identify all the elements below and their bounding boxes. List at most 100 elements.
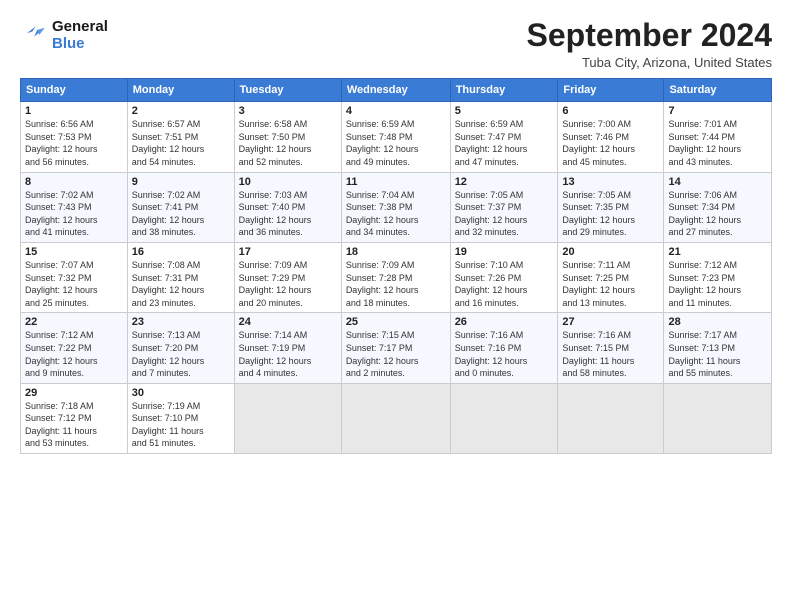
cell-week3-day0: 15 Sunrise: 7:07 AMSunset: 7:32 PMDaylig… [21, 242, 128, 312]
cell-week5-day6 [664, 383, 772, 453]
page: General Blue September 2024 Tuba City, A… [0, 0, 792, 612]
day-number: 18 [346, 246, 446, 258]
cell-week2-day4: 12 Sunrise: 7:05 AMSunset: 7:37 PMDaylig… [450, 172, 558, 242]
cell-week1-day2: 3 Sunrise: 6:58 AMSunset: 7:50 PMDayligh… [234, 102, 341, 172]
day-detail: Sunrise: 6:59 AMSunset: 7:47 PMDaylight:… [455, 118, 554, 168]
cell-week3-day5: 20 Sunrise: 7:11 AMSunset: 7:25 PMDaylig… [558, 242, 664, 312]
day-number: 25 [346, 316, 446, 328]
cell-week1-day6: 7 Sunrise: 7:01 AMSunset: 7:44 PMDayligh… [664, 102, 772, 172]
day-number: 2 [132, 105, 230, 117]
week-row-3: 15 Sunrise: 7:07 AMSunset: 7:32 PMDaylig… [21, 242, 772, 312]
day-detail: Sunrise: 7:02 AMSunset: 7:41 PMDaylight:… [132, 189, 230, 239]
day-number: 21 [668, 246, 767, 258]
cell-week5-day1: 30 Sunrise: 7:19 AMSunset: 7:10 PMDaylig… [127, 383, 234, 453]
cell-week1-day1: 2 Sunrise: 6:57 AMSunset: 7:51 PMDayligh… [127, 102, 234, 172]
day-detail: Sunrise: 6:57 AMSunset: 7:51 PMDaylight:… [132, 118, 230, 168]
day-detail: Sunrise: 7:12 AMSunset: 7:22 PMDaylight:… [25, 329, 123, 379]
day-detail: Sunrise: 7:17 AMSunset: 7:13 PMDaylight:… [668, 329, 767, 379]
logo-text: General Blue [52, 18, 108, 53]
day-detail: Sunrise: 7:00 AMSunset: 7:46 PMDaylight:… [562, 118, 659, 168]
calendar-header-row: Sunday Monday Tuesday Wednesday Thursday… [21, 79, 772, 102]
day-detail: Sunrise: 7:13 AMSunset: 7:20 PMDaylight:… [132, 329, 230, 379]
header-thursday: Thursday [450, 79, 558, 102]
cell-week4-day5: 27 Sunrise: 7:16 AMSunset: 7:15 PMDaylig… [558, 313, 664, 383]
cell-week4-day0: 22 Sunrise: 7:12 AMSunset: 7:22 PMDaylig… [21, 313, 128, 383]
day-detail: Sunrise: 7:15 AMSunset: 7:17 PMDaylight:… [346, 329, 446, 379]
location-subtitle: Tuba City, Arizona, United States [527, 55, 772, 70]
logo-icon [20, 21, 48, 49]
day-number: 14 [668, 176, 767, 188]
calendar-table: Sunday Monday Tuesday Wednesday Thursday… [20, 78, 772, 454]
day-detail: Sunrise: 7:14 AMSunset: 7:19 PMDaylight:… [239, 329, 337, 379]
week-row-2: 8 Sunrise: 7:02 AMSunset: 7:43 PMDayligh… [21, 172, 772, 242]
cell-week3-day3: 18 Sunrise: 7:09 AMSunset: 7:28 PMDaylig… [341, 242, 450, 312]
cell-week3-day1: 16 Sunrise: 7:08 AMSunset: 7:31 PMDaylig… [127, 242, 234, 312]
header-saturday: Saturday [664, 79, 772, 102]
cell-week2-day0: 8 Sunrise: 7:02 AMSunset: 7:43 PMDayligh… [21, 172, 128, 242]
day-detail: Sunrise: 7:05 AMSunset: 7:37 PMDaylight:… [455, 189, 554, 239]
day-detail: Sunrise: 7:08 AMSunset: 7:31 PMDaylight:… [132, 259, 230, 309]
day-detail: Sunrise: 7:16 AMSunset: 7:16 PMDaylight:… [455, 329, 554, 379]
day-detail: Sunrise: 7:04 AMSunset: 7:38 PMDaylight:… [346, 189, 446, 239]
cell-week2-day2: 10 Sunrise: 7:03 AMSunset: 7:40 PMDaylig… [234, 172, 341, 242]
header-friday: Friday [558, 79, 664, 102]
day-number: 4 [346, 105, 446, 117]
day-detail: Sunrise: 7:06 AMSunset: 7:34 PMDaylight:… [668, 189, 767, 239]
header-sunday: Sunday [21, 79, 128, 102]
day-detail: Sunrise: 7:11 AMSunset: 7:25 PMDaylight:… [562, 259, 659, 309]
cell-week1-day5: 6 Sunrise: 7:00 AMSunset: 7:46 PMDayligh… [558, 102, 664, 172]
week-row-4: 22 Sunrise: 7:12 AMSunset: 7:22 PMDaylig… [21, 313, 772, 383]
day-detail: Sunrise: 6:59 AMSunset: 7:48 PMDaylight:… [346, 118, 446, 168]
day-number: 26 [455, 316, 554, 328]
header-wednesday: Wednesday [341, 79, 450, 102]
day-number: 15 [25, 246, 123, 258]
month-title: September 2024 [527, 18, 772, 53]
cell-week2-day1: 9 Sunrise: 7:02 AMSunset: 7:41 PMDayligh… [127, 172, 234, 242]
week-row-1: 1 Sunrise: 6:56 AMSunset: 7:53 PMDayligh… [21, 102, 772, 172]
day-number: 13 [562, 176, 659, 188]
day-detail: Sunrise: 7:07 AMSunset: 7:32 PMDaylight:… [25, 259, 123, 309]
cell-week2-day6: 14 Sunrise: 7:06 AMSunset: 7:34 PMDaylig… [664, 172, 772, 242]
day-number: 28 [668, 316, 767, 328]
cell-week1-day0: 1 Sunrise: 6:56 AMSunset: 7:53 PMDayligh… [21, 102, 128, 172]
cell-week5-day3 [341, 383, 450, 453]
day-number: 24 [239, 316, 337, 328]
day-number: 16 [132, 246, 230, 258]
cell-week4-day6: 28 Sunrise: 7:17 AMSunset: 7:13 PMDaylig… [664, 313, 772, 383]
cell-week4-day3: 25 Sunrise: 7:15 AMSunset: 7:17 PMDaylig… [341, 313, 450, 383]
cell-week3-day4: 19 Sunrise: 7:10 AMSunset: 7:26 PMDaylig… [450, 242, 558, 312]
week-row-5: 29 Sunrise: 7:18 AMSunset: 7:12 PMDaylig… [21, 383, 772, 453]
day-number: 12 [455, 176, 554, 188]
day-detail: Sunrise: 7:09 AMSunset: 7:29 PMDaylight:… [239, 259, 337, 309]
day-number: 8 [25, 176, 123, 188]
day-number: 5 [455, 105, 554, 117]
day-detail: Sunrise: 7:03 AMSunset: 7:40 PMDaylight:… [239, 189, 337, 239]
day-detail: Sunrise: 7:05 AMSunset: 7:35 PMDaylight:… [562, 189, 659, 239]
cell-week2-day5: 13 Sunrise: 7:05 AMSunset: 7:35 PMDaylig… [558, 172, 664, 242]
day-number: 29 [25, 387, 123, 399]
day-detail: Sunrise: 7:12 AMSunset: 7:23 PMDaylight:… [668, 259, 767, 309]
logo: General Blue [20, 18, 108, 53]
day-number: 17 [239, 246, 337, 258]
day-number: 30 [132, 387, 230, 399]
header-monday: Monday [127, 79, 234, 102]
cell-week4-day1: 23 Sunrise: 7:13 AMSunset: 7:20 PMDaylig… [127, 313, 234, 383]
day-number: 20 [562, 246, 659, 258]
day-number: 10 [239, 176, 337, 188]
cell-week3-day6: 21 Sunrise: 7:12 AMSunset: 7:23 PMDaylig… [664, 242, 772, 312]
day-number: 9 [132, 176, 230, 188]
header-tuesday: Tuesday [234, 79, 341, 102]
day-detail: Sunrise: 7:16 AMSunset: 7:15 PMDaylight:… [562, 329, 659, 379]
day-detail: Sunrise: 6:58 AMSunset: 7:50 PMDaylight:… [239, 118, 337, 168]
cell-week4-day2: 24 Sunrise: 7:14 AMSunset: 7:19 PMDaylig… [234, 313, 341, 383]
day-number: 1 [25, 105, 123, 117]
cell-week2-day3: 11 Sunrise: 7:04 AMSunset: 7:38 PMDaylig… [341, 172, 450, 242]
cell-week4-day4: 26 Sunrise: 7:16 AMSunset: 7:16 PMDaylig… [450, 313, 558, 383]
title-block: September 2024 Tuba City, Arizona, Unite… [527, 18, 772, 70]
day-detail: Sunrise: 7:10 AMSunset: 7:26 PMDaylight:… [455, 259, 554, 309]
day-detail: Sunrise: 7:18 AMSunset: 7:12 PMDaylight:… [25, 400, 123, 450]
day-number: 19 [455, 246, 554, 258]
day-number: 23 [132, 316, 230, 328]
day-number: 7 [668, 105, 767, 117]
cell-week5-day0: 29 Sunrise: 7:18 AMSunset: 7:12 PMDaylig… [21, 383, 128, 453]
